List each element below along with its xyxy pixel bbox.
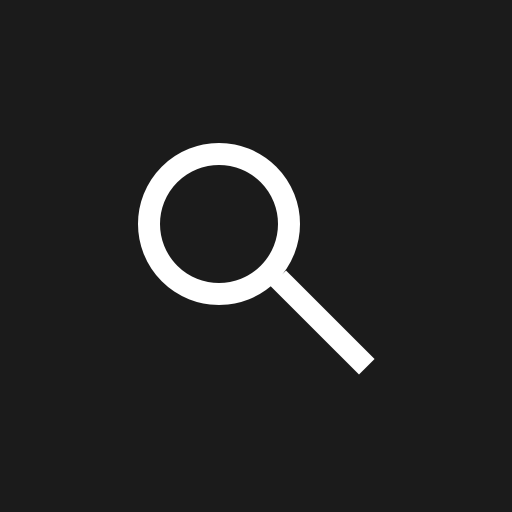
- search-icon-lens: [138, 143, 300, 305]
- search-icon[interactable]: [0, 0, 512, 512]
- search-icon-handle: [270, 270, 375, 375]
- app-icon-tile: [0, 0, 512, 512]
